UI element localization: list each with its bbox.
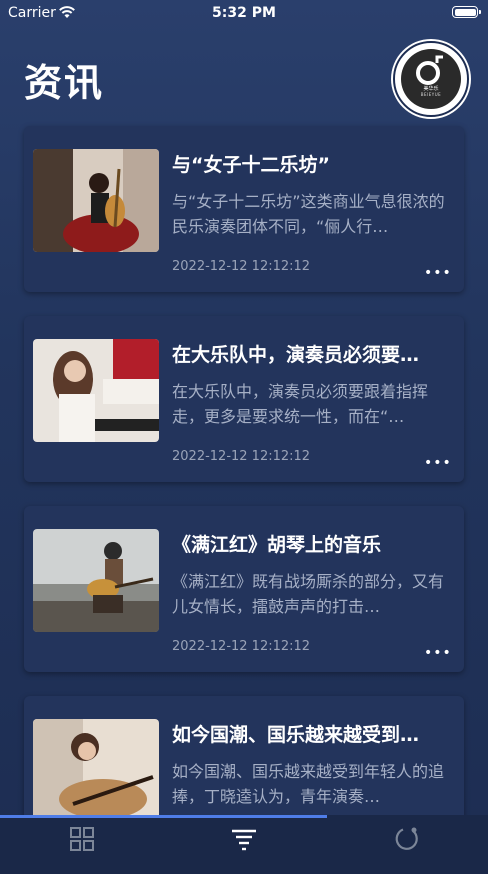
- app-logo[interactable]: 美华乐 BEIEYUE: [393, 41, 469, 117]
- logo-badge: 美华乐 BEIEYUE: [401, 49, 461, 109]
- page-title: 资讯: [24, 61, 105, 105]
- grid-icon[interactable]: [68, 825, 96, 853]
- article-title[interactable]: 如今国潮、国乐越来越受到…: [172, 720, 452, 747]
- article-card[interactable]: 与“女子十二乐坊” 与“女子十二乐坊”这类商业气息很浓的民乐演奏团体不同，“俪人…: [24, 126, 464, 292]
- article-summary: 与“女子十二乐坊”这类商业气息很浓的民乐演奏团体不同，“俪人行…: [172, 192, 445, 236]
- article-date: 2022-12-12 12:12:12: [172, 449, 311, 464]
- article-date: 2022-12-12 12:12:12: [172, 259, 311, 274]
- article-title[interactable]: 与“女子十二乐坊”: [172, 150, 452, 177]
- filter-list-icon[interactable]: [230, 825, 258, 853]
- more-options-icon[interactable]: •••: [424, 456, 451, 470]
- tab-progress-bar: [0, 815, 327, 818]
- music-note-logo-icon: [416, 55, 443, 85]
- more-options-icon[interactable]: •••: [424, 266, 451, 280]
- more-options-icon[interactable]: •••: [424, 646, 451, 660]
- article-thumbnail: [33, 149, 159, 252]
- article-title[interactable]: 《满江红》胡琴上的音乐: [172, 530, 452, 557]
- article-date: 2022-12-12 12:12:12: [172, 639, 311, 654]
- circle-icon[interactable]: [393, 825, 421, 853]
- article-card[interactable]: 在大乐队中，演奏员必须要… 在大乐队中，演奏员必须要跟着指挥走，更多是要求统一性…: [24, 316, 464, 482]
- article-thumbnail: [33, 529, 159, 632]
- logo-name: 美华乐: [423, 86, 439, 92]
- article-summary: 在大乐队中，演奏员必须要跟着指挥走，更多是要求统一性，而在“…: [172, 382, 429, 426]
- article-title[interactable]: 在大乐队中，演奏员必须要…: [172, 340, 452, 367]
- status-time: 5:32 PM: [212, 5, 276, 21]
- status-bar: Carrier 5:32 PM: [0, 0, 488, 26]
- article-summary: 如今国潮、国乐越来越受到年轻人的追捧，丁晓逵认为，青年演奏…: [172, 762, 445, 806]
- article-summary: 《满江红》既有战场厮杀的部分，又有儿女情长，擂鼓声声的打击…: [172, 572, 445, 616]
- article-thumbnail: [33, 719, 159, 822]
- logo-subtitle: BEIEYUE: [420, 92, 442, 97]
- battery-icon: [452, 6, 481, 18]
- article-thumbnail: [33, 339, 159, 442]
- article-card[interactable]: 《满江红》胡琴上的音乐 《满江红》既有战场厮杀的部分，又有儿女情长，擂鼓声声的打…: [24, 506, 464, 672]
